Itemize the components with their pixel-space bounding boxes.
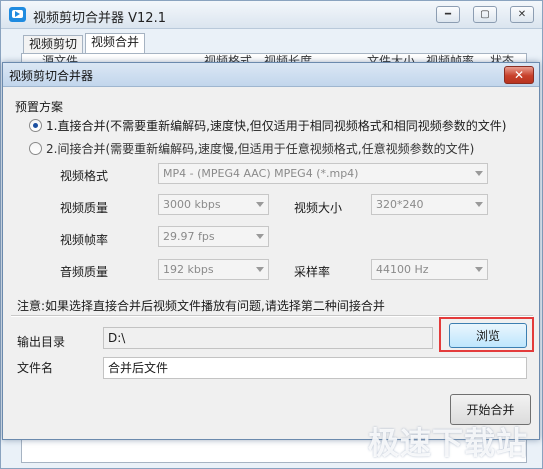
merge-note: 注意:如果选择直接合并后视频文件播放有问题,请选择第二种间接合并	[17, 299, 385, 313]
dialog-close-button[interactable]: ✕	[504, 66, 534, 84]
minimize-icon[interactable]: ━	[436, 6, 460, 23]
dialog-title: 视频剪切合并器	[9, 69, 94, 83]
watermark-logo: 极速下载站	[368, 426, 528, 462]
video-format-select[interactable]: MP4 - (MPEG4 AAC) MPEG4 (*.mp4)	[158, 163, 488, 184]
audio-quality-value: 192 kbps	[163, 263, 214, 276]
video-framerate-value: 29.97 fps	[163, 230, 215, 243]
video-framerate-select[interactable]: 29.97 fps	[158, 226, 269, 247]
option-direct-merge-label: 1.直接合并(不需要重新编解码,速度快,但仅适用于相同视频格式和相同视频参数的文…	[46, 119, 507, 133]
tab-video-merge[interactable]: 视频合并	[85, 33, 146, 54]
chevron-down-icon	[256, 202, 264, 207]
sample-rate-select[interactable]: 44100 Hz	[371, 259, 488, 280]
main-titlebar: 视频剪切合并器 V12.1 ━ ▢ ✕	[1, 1, 542, 29]
app-logo-icon	[9, 7, 26, 22]
video-quality-value: 3000 kbps	[163, 198, 221, 211]
audio-quality-select[interactable]: 192 kbps	[158, 259, 269, 280]
video-framerate-label: 视频帧率	[60, 233, 109, 247]
video-format-label: 视频格式	[60, 169, 109, 183]
main-close-icon[interactable]: ✕	[510, 6, 534, 23]
option-direct-merge[interactable]: 1.直接合并(不需要重新编解码,速度快,但仅适用于相同视频格式和相同视频参数的文…	[29, 117, 506, 134]
option-indirect-merge-label: 2.间接合并(需要重新编解码,速度慢,但适用于任意视频格式,任意视频参数的文件)	[46, 142, 475, 156]
sample-rate-label: 采样率	[294, 265, 331, 279]
maximize-icon[interactable]: ▢	[473, 6, 497, 23]
merge-settings-dialog: 视频剪切合并器 ✕ 预置方案 1.直接合并(不需要重新编解码,速度快,但仅适用于…	[2, 62, 540, 440]
video-quality-label: 视频质量	[60, 201, 109, 215]
video-quality-select[interactable]: 3000 kbps	[158, 194, 269, 215]
video-size-select[interactable]: 320*240	[371, 194, 488, 215]
chevron-down-icon	[256, 234, 264, 239]
video-format-value: MP4 - (MPEG4 AAC) MPEG4 (*.mp4)	[163, 167, 359, 180]
browse-button[interactable]: 浏览	[449, 323, 527, 348]
preset-group-label: 预置方案	[15, 100, 64, 114]
radio-indirect-merge[interactable]	[29, 142, 42, 155]
option-indirect-merge[interactable]: 2.间接合并(需要重新编解码,速度慢,但适用于任意视频格式,任意视频参数的文件)	[29, 140, 474, 157]
chevron-down-icon	[475, 171, 483, 176]
chevron-down-icon	[475, 267, 483, 272]
main-tabs: 视频剪切 视频合并	[23, 33, 183, 54]
chevron-down-icon	[256, 267, 264, 272]
filename-value: 合并后文件	[108, 361, 169, 375]
video-size-label: 视频大小	[294, 201, 343, 215]
audio-quality-label: 音频质量	[60, 265, 109, 279]
browse-button-label: 浏览	[475, 329, 500, 343]
video-size-value: 320*240	[376, 198, 424, 211]
sample-rate-value: 44100 Hz	[376, 263, 429, 276]
dialog-titlebar: 视频剪切合并器 ✕	[3, 63, 539, 87]
tab-video-cut[interactable]: 视频剪切	[23, 35, 84, 54]
main-window-title: 视频剪切合并器 V12.1	[33, 11, 166, 26]
start-merge-label: 开始合并	[466, 403, 515, 417]
chevron-down-icon	[475, 202, 483, 207]
output-dir-value: D:\	[108, 331, 126, 345]
radio-direct-merge[interactable]	[29, 119, 42, 132]
output-dir-field[interactable]: D:\	[103, 327, 433, 349]
filename-label: 文件名	[17, 361, 54, 375]
close-icon: ✕	[513, 68, 525, 82]
output-dir-label: 输出目录	[17, 335, 66, 349]
filename-input[interactable]: 合并后文件	[103, 357, 527, 379]
